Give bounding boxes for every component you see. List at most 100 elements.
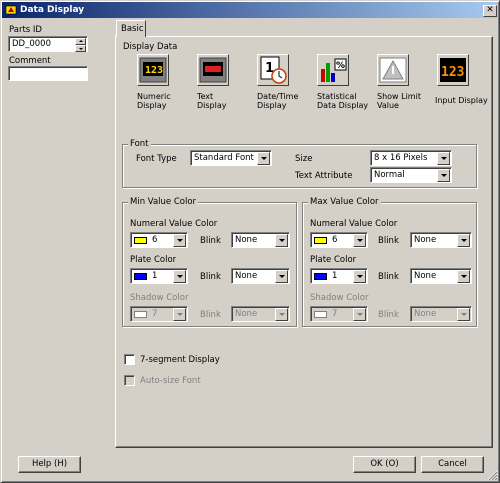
comment-label: Comment — [9, 56, 51, 66]
chevron-down-icon — [461, 275, 467, 278]
cancel-button[interactable]: Cancel — [421, 456, 484, 473]
min-plate-color-swatch — [134, 273, 147, 280]
statistical-data-display-button[interactable]: % — [317, 54, 349, 86]
numeric-display-button[interactable]: 123 — [137, 54, 169, 86]
statistical-data-display-icon: % — [321, 58, 347, 82]
max-numeral-blink-dropdown-button[interactable] — [457, 234, 470, 247]
size-dropdown-button[interactable] — [437, 152, 450, 165]
help-button-label: Help (H) — [31, 459, 68, 469]
max-numeral-color-dropdown-button[interactable] — [353, 234, 366, 247]
max-plate-color-value: 1 — [332, 271, 338, 281]
chevron-down-icon — [279, 313, 285, 316]
seven-segment-checkbox[interactable] — [124, 354, 135, 365]
svg-text:123: 123 — [145, 65, 163, 76]
seven-segment-label: 7-segment Display — [140, 355, 220, 365]
min-numeral-color-select[interactable]: 6 — [130, 232, 188, 248]
font-type-select[interactable]: Standard Font — [190, 150, 272, 166]
min-plate-color-dropdown-button[interactable] — [173, 270, 186, 283]
comment-input[interactable] — [8, 66, 88, 81]
max-numeral-blink-value: None — [414, 235, 437, 245]
max-numeral-color-select[interactable]: 6 — [310, 232, 368, 248]
date-time-display-label-1: Date/Time — [257, 92, 299, 101]
app-icon — [5, 5, 17, 15]
max-plate-blink-select[interactable]: None — [410, 268, 472, 284]
min-numeral-color-label: Numeral Value Color — [130, 219, 218, 229]
size-value: 8 x 16 Pixels — [374, 153, 428, 163]
spin-up-button[interactable] — [75, 38, 86, 45]
help-button[interactable]: Help (H) — [18, 456, 81, 473]
min-plate-blink-select[interactable]: None — [231, 268, 290, 284]
min-value-color-title: Min Value Color — [128, 197, 199, 207]
font-group-title: Font — [128, 139, 151, 149]
show-limit-value-button[interactable] — [377, 54, 409, 86]
parts-id-spinner[interactable] — [75, 38, 86, 52]
auto-size-font-checkbox — [124, 375, 135, 386]
min-shadow-color-label: Shadow Color — [130, 293, 189, 303]
auto-size-font-label: Auto-size Font — [140, 376, 201, 386]
parts-id-field[interactable]: DD_0000 — [8, 36, 88, 52]
min-shadow-color-select: 7 — [130, 306, 188, 322]
max-plate-color-label: Plate Color — [310, 255, 357, 265]
input-display-button[interactable]: 123 — [437, 54, 469, 86]
min-numeral-color-dropdown-button[interactable] — [173, 234, 186, 247]
min-shadow-color-value: 7 — [152, 309, 158, 319]
text-attribute-dropdown-button[interactable] — [437, 169, 450, 182]
min-plate-color-select[interactable]: 1 — [130, 268, 188, 284]
date-time-display-button[interactable]: 1 — [257, 54, 289, 86]
chevron-down-icon — [357, 313, 363, 316]
chevron-down-icon — [279, 239, 285, 242]
text-display-label-1: Text — [197, 92, 214, 101]
max-shadow-color-label: Shadow Color — [310, 293, 369, 303]
text-display-button[interactable] — [197, 54, 229, 86]
title-bar[interactable]: Data Display ✕ — [2, 2, 498, 18]
max-plate-color-select[interactable]: 1 — [310, 268, 368, 284]
show-limit-value-label-2: Value — [377, 101, 399, 110]
font-type-label: Font Type — [136, 154, 177, 164]
parts-id-label: Parts ID — [9, 25, 42, 35]
min-numeral-blink-dropdown-button[interactable] — [275, 234, 288, 247]
cancel-button-label: Cancel — [438, 459, 467, 469]
chevron-down-icon — [261, 157, 267, 160]
min-plate-blink-dropdown-button[interactable] — [275, 270, 288, 283]
chevron-down-icon — [461, 239, 467, 242]
max-shadow-blink-label: Blink — [378, 310, 399, 320]
min-numeral-color-value: 6 — [152, 235, 158, 245]
input-display-label: Input Display — [435, 96, 488, 105]
statistical-display-label-2: Data Display — [317, 101, 369, 110]
min-plate-color-value: 1 — [152, 271, 158, 281]
close-button[interactable]: ✕ — [483, 5, 497, 17]
max-plate-color-dropdown-button[interactable] — [353, 270, 366, 283]
size-select[interactable]: 8 x 16 Pixels — [370, 150, 452, 166]
text-display-label-2: Display — [197, 101, 227, 110]
max-shadow-color-swatch — [314, 311, 327, 318]
window-title: Data Display — [20, 5, 85, 15]
min-plate-color-label: Plate Color — [130, 255, 177, 265]
chevron-down-icon — [441, 174, 447, 177]
chevron-down-icon — [441, 157, 447, 160]
min-numeral-color-swatch — [134, 237, 147, 244]
max-numeral-blink-select[interactable]: None — [410, 232, 472, 248]
min-numeral-blink-select[interactable]: None — [231, 232, 290, 248]
chevron-down-icon — [177, 275, 183, 278]
show-limit-value-icon — [379, 57, 407, 83]
max-shadow-blink-dropdown-button — [457, 308, 470, 321]
chevron-down-icon — [177, 239, 183, 242]
size-label: Size — [295, 154, 313, 164]
spin-down-button[interactable] — [75, 45, 86, 52]
display-data-label: Display Data — [123, 42, 178, 52]
tab-basic-label: Basic — [121, 24, 144, 34]
close-icon: ✕ — [486, 5, 494, 15]
max-shadow-color-value: 7 — [332, 309, 338, 319]
text-attribute-select[interactable]: Normal — [370, 167, 452, 183]
max-shadow-blink-select: None — [410, 306, 472, 322]
ok-button[interactable]: OK (O) — [353, 456, 416, 473]
tab-basic[interactable]: Basic — [116, 20, 146, 37]
font-type-dropdown-button[interactable] — [257, 152, 270, 165]
numeric-display-label-2: Display — [137, 101, 167, 110]
max-plate-blink-dropdown-button[interactable] — [457, 270, 470, 283]
resize-grip-icon[interactable] — [486, 469, 498, 481]
min-plate-blink-label: Blink — [200, 272, 221, 282]
ok-button-label: OK (O) — [370, 459, 399, 469]
chevron-down-icon — [461, 313, 467, 316]
date-time-display-icon: 1 — [260, 56, 287, 84]
